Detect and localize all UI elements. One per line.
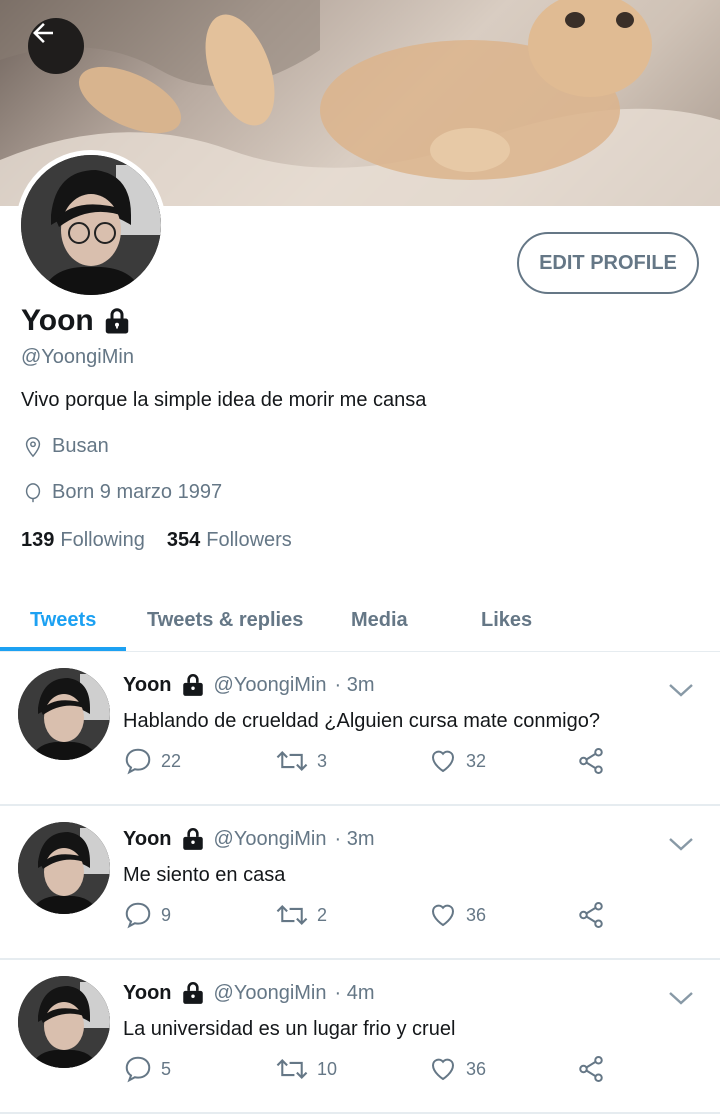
like-button[interactable]: 36 <box>428 900 486 930</box>
profile-name: Yoon <box>21 304 132 338</box>
profile-tabs: Tweets Tweets & replies Media Likes <box>0 588 720 652</box>
like-button[interactable]: 36 <box>428 1054 486 1084</box>
tweet-text: La universidad es un lugar frio y cruel <box>123 1018 456 1040</box>
edit-profile-button[interactable]: EDIT PROFILE <box>517 232 699 294</box>
lock-icon <box>182 673 203 696</box>
heart-icon <box>431 750 455 773</box>
arrow-left-icon <box>33 23 53 43</box>
retweet-icon <box>276 751 308 771</box>
share-icon <box>579 1056 603 1082</box>
reply-icon <box>125 1056 151 1083</box>
profile-location: Busan <box>22 435 109 458</box>
tweet-header: Yoon @YoongiMin · 4m <box>123 980 374 1006</box>
share-button[interactable] <box>576 900 606 930</box>
tweet-avatar[interactable] <box>18 668 110 760</box>
avatar-image <box>18 668 110 760</box>
tweet-author-name[interactable]: Yoon <box>123 674 172 697</box>
retweet-count: 3 <box>317 750 328 771</box>
like-button[interactable]: 32 <box>428 746 486 776</box>
avatar-image <box>18 976 110 1068</box>
tweet-item[interactable]: Yoon @YoongiMin · 3m Hablando de cruelda… <box>0 652 720 806</box>
follow-counts: 139 Following 354 Followers <box>21 529 292 552</box>
tweet-author-handle[interactable]: @YoongiMin <box>214 828 327 851</box>
like-count: 36 <box>466 1058 487 1079</box>
tab-likes[interactable]: Likes <box>481 588 532 652</box>
avatar-image <box>21 155 161 295</box>
tweet-actions: 5 10 36 <box>123 1054 623 1088</box>
like-count: 32 <box>466 750 487 771</box>
reply-icon <box>125 748 151 775</box>
retweet-icon <box>276 1059 308 1079</box>
avatar-image <box>18 822 110 914</box>
tweet-item[interactable]: Yoon @YoongiMin · 4m La universidad es u… <box>0 960 720 1114</box>
profile-bio: Vivo porque la simple idea de morir me c… <box>21 389 427 411</box>
retweet-button[interactable]: 10 <box>275 1054 337 1084</box>
location-pin-icon <box>25 436 41 457</box>
reply-button[interactable]: 22 <box>123 746 181 776</box>
chevron-down-icon[interactable] <box>668 680 694 700</box>
tweet-text: Hablando de crueldad ¿Alguien cursa mate… <box>123 710 600 732</box>
like-count: 36 <box>466 904 487 925</box>
heart-icon <box>431 904 455 927</box>
share-icon <box>579 902 603 928</box>
retweet-icon <box>276 905 308 925</box>
tweet-actions: 9 2 36 <box>123 900 623 934</box>
tweet-avatar[interactable] <box>18 822 110 914</box>
tweet-item[interactable]: Yoon @YoongiMin · 3m Me siento en casa 9… <box>0 806 720 960</box>
reply-button[interactable]: 5 <box>123 1054 171 1084</box>
birthday-text: Born 9 marzo 1997 <box>52 481 223 503</box>
heart-icon <box>431 1058 455 1081</box>
tweet-time: · 3m <box>334 827 375 850</box>
following-label: Following <box>60 529 145 551</box>
back-button[interactable] <box>28 18 84 74</box>
retweet-button[interactable]: 3 <box>275 746 327 776</box>
retweet-count: 10 <box>317 1058 338 1079</box>
followers-link[interactable]: 354 Followers <box>167 529 292 552</box>
share-icon <box>579 748 603 774</box>
followers-count: 354 <box>166 529 201 551</box>
reply-count: 9 <box>161 904 172 925</box>
profile-name-text: Yoon <box>21 304 94 337</box>
tweet-header: Yoon @YoongiMin · 3m <box>123 826 374 852</box>
reply-button[interactable]: 9 <box>123 900 171 930</box>
location-text: Busan <box>52 435 109 457</box>
lock-icon <box>182 827 203 850</box>
tweet-author-name[interactable]: Yoon <box>123 982 172 1005</box>
retweet-count: 2 <box>317 904 328 925</box>
tweet-author-handle[interactable]: @YoongiMin <box>214 982 327 1005</box>
tweet-time: · 4m <box>334 981 375 1004</box>
reply-count: 5 <box>161 1058 172 1079</box>
followers-label: Followers <box>206 529 292 551</box>
tweet-time: · 3m <box>334 673 375 696</box>
share-button[interactable] <box>576 746 606 776</box>
tweet-author-handle[interactable]: @YoongiMin <box>214 674 327 697</box>
lock-icon <box>182 981 203 1004</box>
tab-media[interactable]: Media <box>351 588 408 652</box>
profile-birthday: Born 9 marzo 1997 <box>22 481 222 504</box>
balloon-icon <box>25 482 41 502</box>
reply-icon <box>125 902 151 929</box>
tweet-actions: 22 3 32 <box>123 746 623 780</box>
profile-handle: @YoongiMin <box>21 346 134 368</box>
tab-tweets-replies[interactable]: Tweets & replies <box>147 588 303 652</box>
following-link[interactable]: 139 Following <box>21 529 145 552</box>
chevron-down-icon[interactable] <box>668 834 694 854</box>
chevron-down-icon[interactable] <box>668 988 694 1008</box>
tweet-avatar[interactable] <box>18 976 110 1068</box>
tab-tweets[interactable]: Tweets <box>30 588 96 652</box>
lock-icon <box>105 308 129 334</box>
tweet-author-name[interactable]: Yoon <box>123 828 172 851</box>
tweet-text: Me siento en casa <box>123 864 286 886</box>
profile-avatar[interactable] <box>16 150 166 300</box>
following-count: 139 <box>21 529 55 551</box>
reply-count: 22 <box>161 750 182 771</box>
share-button[interactable] <box>576 1054 606 1084</box>
retweet-button[interactable]: 2 <box>275 900 327 930</box>
tweet-header: Yoon @YoongiMin · 3m <box>123 672 374 698</box>
